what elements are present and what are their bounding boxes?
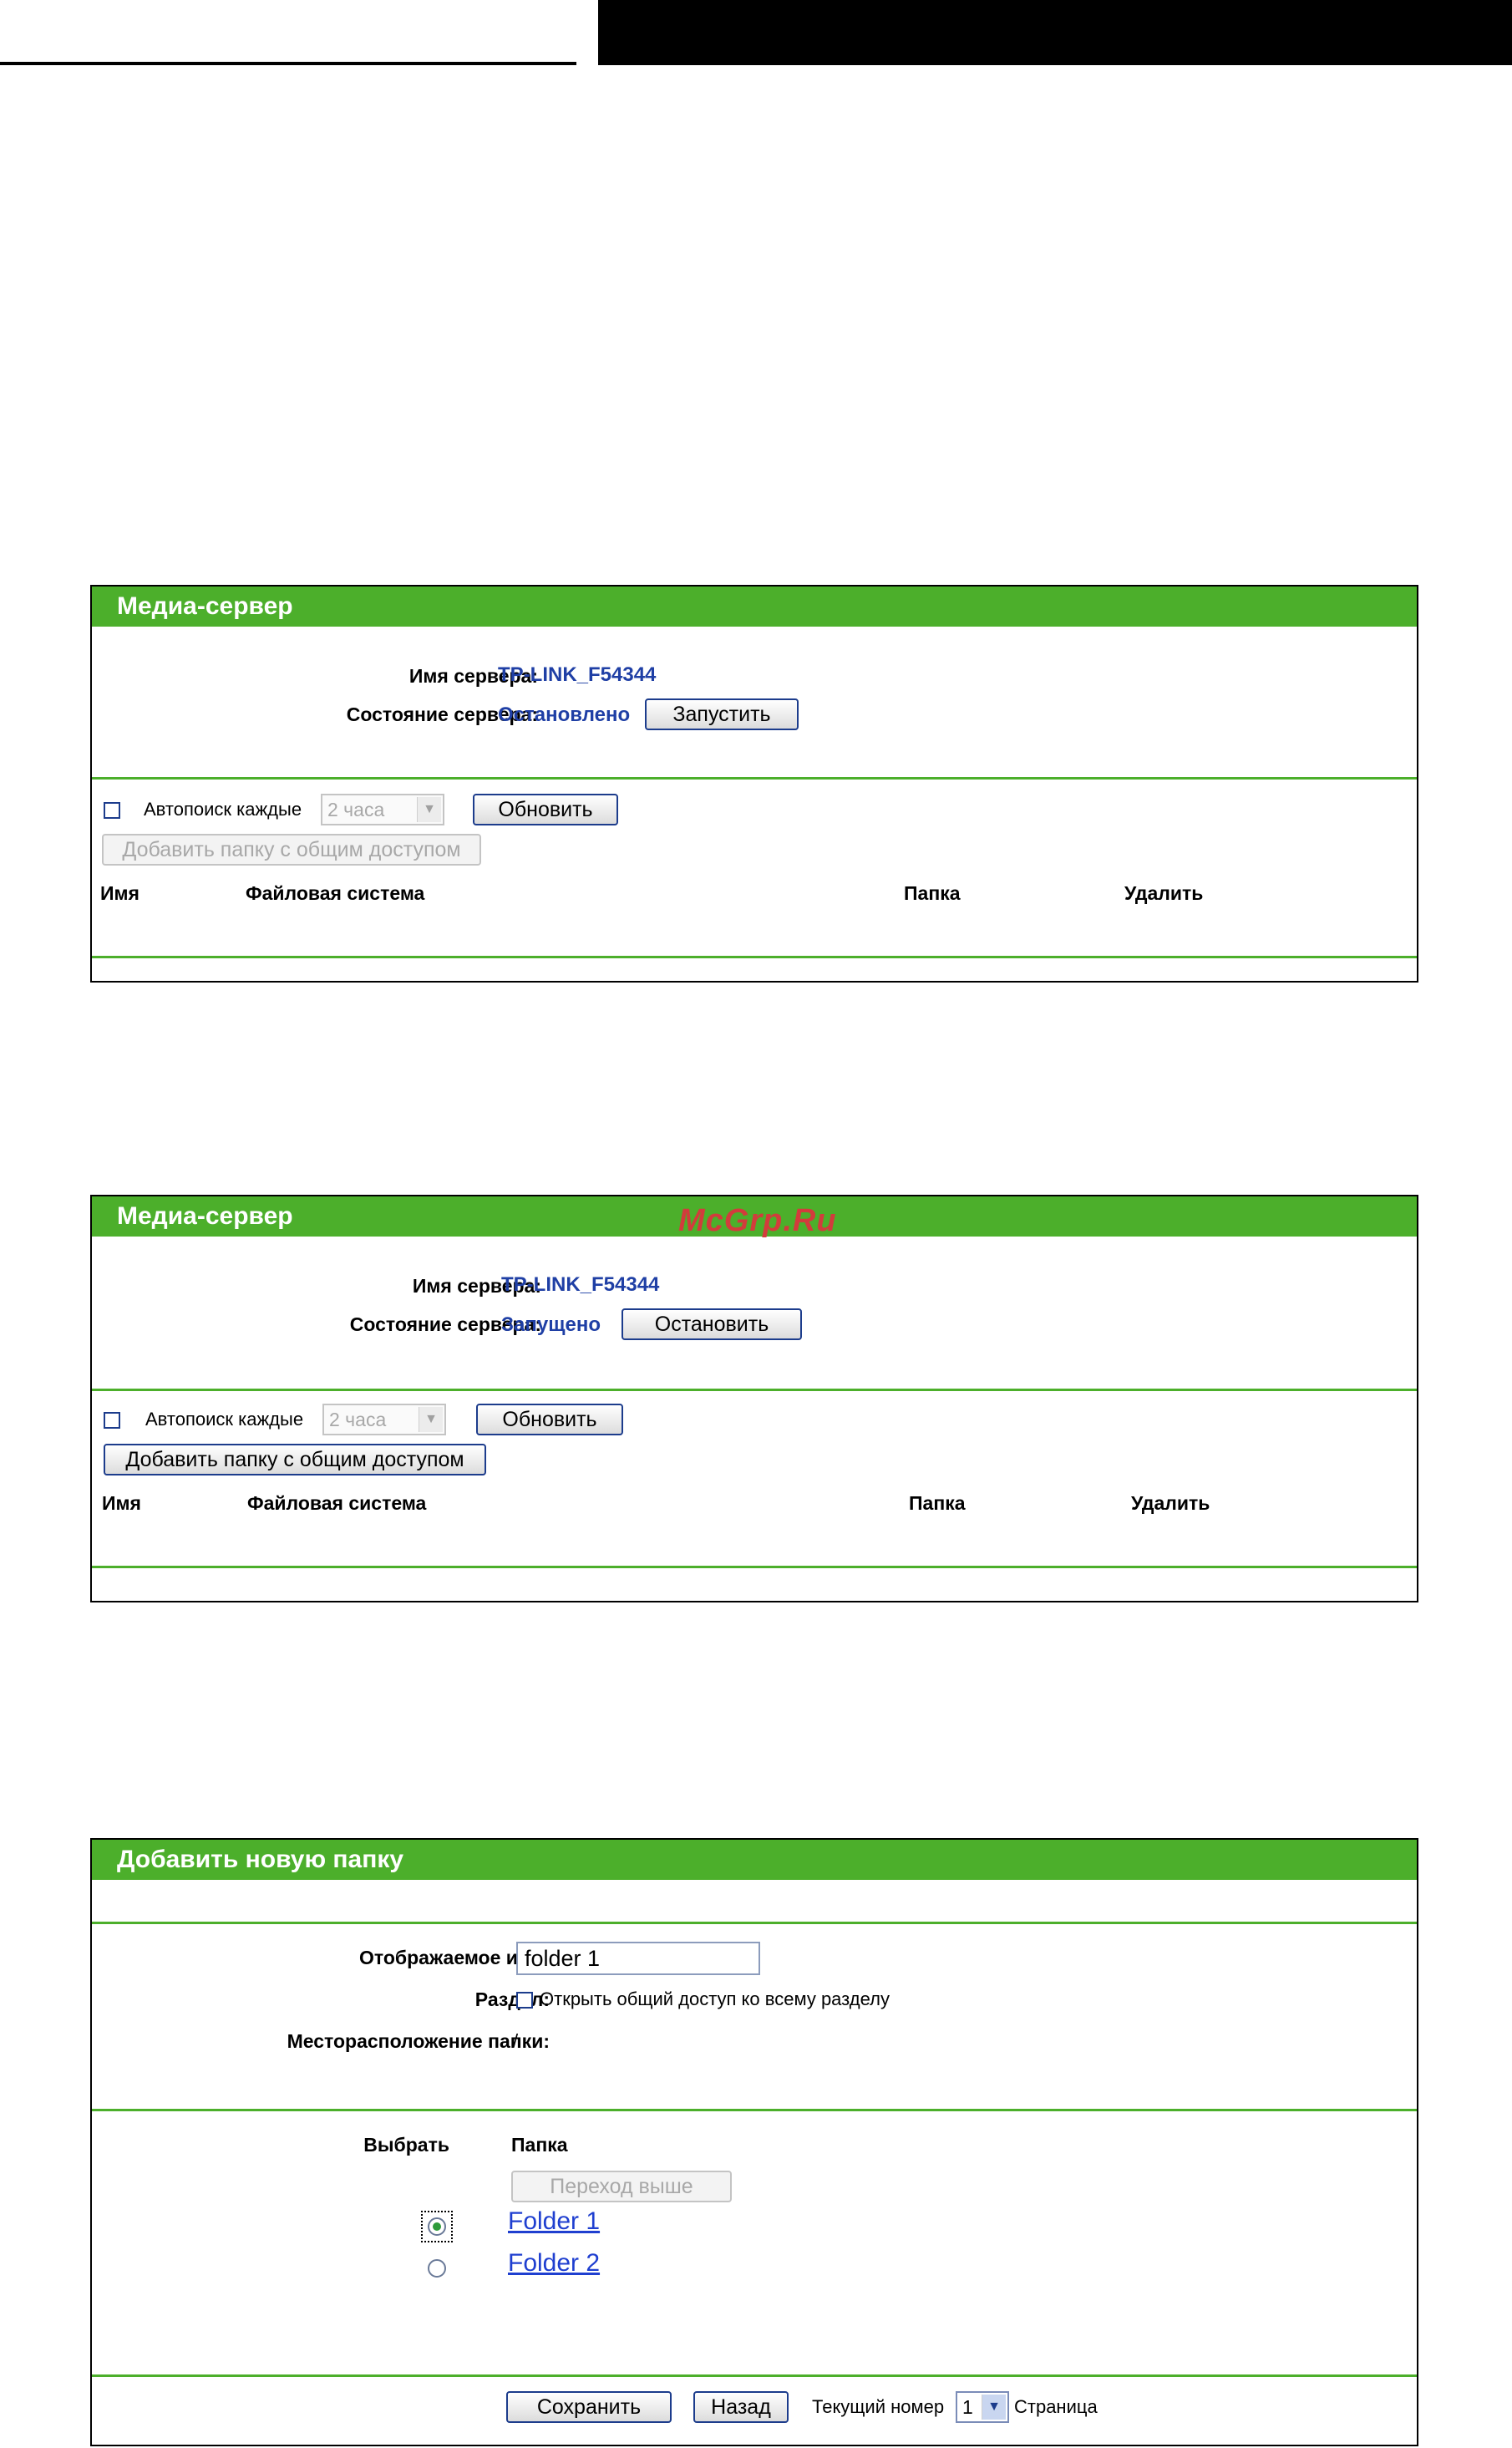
divider xyxy=(92,777,1417,780)
server-state-label: Состояние сервера: xyxy=(349,1313,541,1335)
server-name-value: TP-LINK_F54344 xyxy=(498,663,657,686)
column-header-filesystem: Файловая система xyxy=(247,1492,427,1514)
chevron-down-icon: ▼ xyxy=(417,797,441,822)
share-whole-partition-label: Открыть общий доступ ко всему разделу xyxy=(540,1988,890,2009)
auto-scan-checkbox[interactable] xyxy=(104,1412,120,1429)
page-number-select[interactable]: 1 ▼ xyxy=(956,2391,1009,2423)
divider xyxy=(92,2109,1417,2111)
add-share-folder-button[interactable]: Добавить папку с общим доступом xyxy=(102,834,481,866)
divider xyxy=(92,956,1417,958)
column-header-name: Имя xyxy=(100,882,140,904)
panel-title: Медиа-сервер xyxy=(92,587,1417,627)
share-whole-partition-checkbox[interactable] xyxy=(516,1992,533,2009)
header-right-bar xyxy=(598,0,1512,65)
refresh-button[interactable]: Обновить xyxy=(473,794,618,825)
go-up-button[interactable]: Переход выше xyxy=(511,2171,732,2202)
divider xyxy=(92,1389,1417,1391)
server-name-label: Имя сервера: xyxy=(408,665,538,687)
auto-scan-label: Автопоиск каждые xyxy=(145,1409,304,1430)
column-header-filesystem: Файловая система xyxy=(246,882,425,904)
column-header-delete: Удалить xyxy=(1124,882,1204,904)
auto-scan-interval-value: 2 часа xyxy=(329,1409,387,1430)
folder-2-link[interactable]: Folder 2 xyxy=(508,2249,600,2278)
chevron-down-icon: ▼ xyxy=(419,1407,443,1432)
media-server-panel-running: Медиа-сервер Имя сервера: TP-LINK_F54344… xyxy=(90,1195,1418,1602)
start-server-button[interactable]: Запустить xyxy=(645,698,799,730)
add-new-folder-panel: Добавить новую папку Отображаемое имя: f… xyxy=(90,1838,1418,2446)
chevron-down-icon: ▼ xyxy=(982,2395,1006,2420)
folder-2-radio[interactable] xyxy=(428,2259,446,2278)
radio-selected-dot xyxy=(433,2222,441,2231)
folder-location-label: Месторасположение папки: xyxy=(287,2030,550,2052)
header-left-rule xyxy=(0,62,576,65)
back-button[interactable]: Назад xyxy=(693,2391,789,2423)
server-state-value: Запущено xyxy=(501,1313,601,1336)
auto-scan-checkbox[interactable] xyxy=(104,802,120,819)
column-header-folder: Папка xyxy=(904,882,961,904)
column-header-name: Имя xyxy=(102,1492,141,1514)
column-header-delete: Удалить xyxy=(1131,1492,1210,1514)
media-server-panel-stopped: Медиа-сервер Имя сервера: TP-LINK_F54344… xyxy=(90,585,1418,983)
page-number-value: 1 xyxy=(962,2396,973,2418)
auto-scan-interval-select[interactable]: 2 часа ▼ xyxy=(322,1404,446,1435)
folder-location-value: / xyxy=(513,2030,519,2051)
stop-server-button[interactable]: Остановить xyxy=(622,1308,802,1340)
auto-scan-interval-value: 2 часа xyxy=(327,799,385,820)
refresh-button[interactable]: Обновить xyxy=(476,1404,623,1435)
folder-column-header: Папка xyxy=(511,2134,568,2156)
server-state-label: Состояние сервера: xyxy=(346,703,538,725)
display-name-label: Отображаемое имя: xyxy=(359,1947,550,1968)
server-name-value: TP-LINK_F54344 xyxy=(501,1273,660,1296)
panel-title: Добавить новую папку xyxy=(92,1840,1417,1880)
display-name-input[interactable]: folder 1 xyxy=(516,1942,760,1975)
save-button[interactable]: Сохранить xyxy=(506,2391,672,2423)
select-column-header: Выбрать xyxy=(363,2134,449,2156)
divider xyxy=(92,1922,1417,1924)
auto-scan-label: Автопоиск каждые xyxy=(144,799,302,820)
divider xyxy=(92,2374,1417,2377)
partition-label: Раздел: xyxy=(474,1988,550,2010)
page-label: Страница xyxy=(1014,2396,1098,2417)
folder-1-link[interactable]: Folder 1 xyxy=(508,2207,600,2236)
folder-1-radio[interactable] xyxy=(428,2217,446,2236)
server-state-value: Остановлено xyxy=(498,703,631,726)
auto-scan-interval-select[interactable]: 2 часа ▼ xyxy=(321,794,444,825)
column-header-folder: Папка xyxy=(909,1492,966,1514)
watermark-text: McGrp.Ru xyxy=(678,1203,837,1238)
divider xyxy=(92,1566,1417,1568)
add-share-folder-button[interactable]: Добавить папку с общим доступом xyxy=(104,1444,486,1475)
current-number-label: Текущий номер xyxy=(812,2396,945,2417)
server-name-label: Имя сервера: xyxy=(412,1275,541,1297)
